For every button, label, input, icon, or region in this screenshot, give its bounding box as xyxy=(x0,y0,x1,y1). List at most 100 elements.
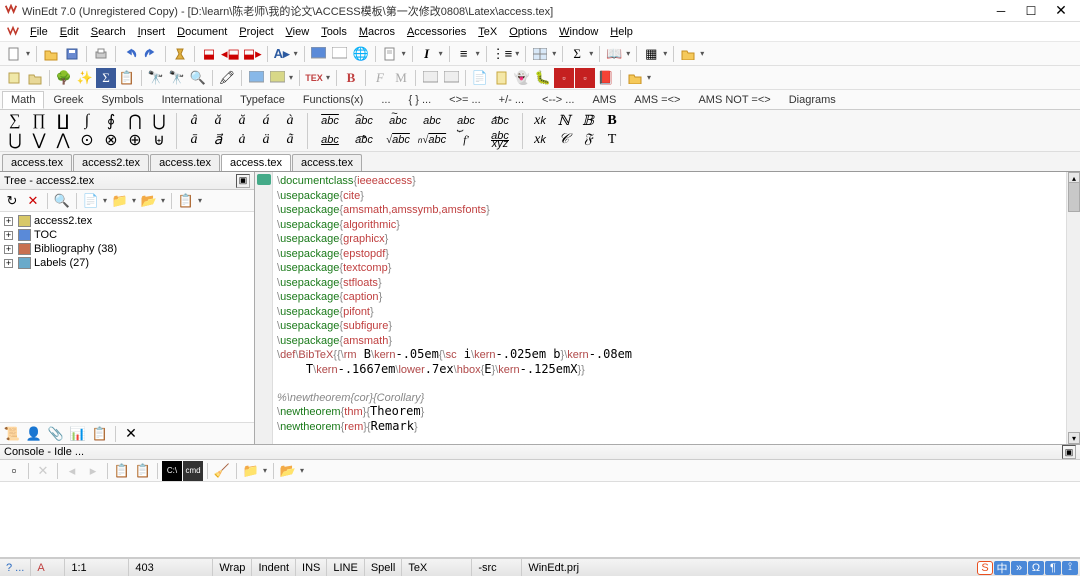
save-button[interactable] xyxy=(62,44,82,64)
bookmark-next-button[interactable]: ⬓▸ xyxy=(242,44,263,64)
breve-button[interactable]: ă xyxy=(231,112,253,130)
acrobat-button[interactable]: 📕 xyxy=(596,68,616,88)
bigwedge-button[interactable]: ⋀ xyxy=(52,131,74,149)
overline-button[interactable]: abc xyxy=(314,112,346,130)
font-button[interactable]: A▸ xyxy=(272,44,292,64)
minimize-button[interactable]: ─ xyxy=(986,1,1016,21)
menu-options[interactable]: Options xyxy=(503,24,553,40)
vec-button[interactable]: a⃗ xyxy=(207,131,229,149)
tree-expand-icon[interactable]: + xyxy=(4,217,13,226)
int-button[interactable]: ∫ xyxy=(76,112,98,130)
highlight-button[interactable]: 🖍 xyxy=(217,68,237,88)
bbb-button[interactable]: 𝔹 xyxy=(577,112,599,130)
tree-folder-button[interactable]: 📁 xyxy=(110,191,130,211)
subtab-7[interactable]: { } ... xyxy=(400,91,441,109)
nat-button[interactable]: ℕ xyxy=(553,112,575,130)
close-button[interactable]: ✕ xyxy=(1046,1,1076,21)
console-clear-button[interactable]: 🧹 xyxy=(212,461,232,481)
tree-collapse-button[interactable]: ▣ xyxy=(236,174,250,188)
tree-item-2[interactable]: +Bibliography (38) xyxy=(2,242,252,256)
console-next-button[interactable]: ▸ xyxy=(83,461,103,481)
menu-edit[interactable]: Edit xyxy=(54,24,85,40)
tree-toggle-button[interactable]: 🌳 xyxy=(54,68,74,88)
overleftarrow-button[interactable]: abc← xyxy=(484,112,516,130)
scroll-thumb[interactable] xyxy=(1068,182,1080,212)
tree-item-3[interactable]: +Labels (27) xyxy=(2,256,252,270)
subtab-10[interactable]: <--> ... xyxy=(533,91,583,109)
status-q[interactable]: ? ... xyxy=(0,559,31,576)
bigoplus-button[interactable]: ⊕ xyxy=(124,131,146,149)
sigma-button[interactable]: Σ xyxy=(567,44,587,64)
maximize-button[interactable]: ☐ xyxy=(1016,1,1046,21)
filetab-3[interactable]: access.tex xyxy=(221,154,291,171)
status-a[interactable]: A xyxy=(31,559,65,576)
tree-expand-icon[interactable]: + xyxy=(4,231,13,240)
pdf2-button[interactable]: ▫ xyxy=(575,68,595,88)
subtab-14[interactable]: Diagrams xyxy=(780,91,845,109)
tex-compile-button[interactable]: TEX xyxy=(304,68,324,88)
undo-button[interactable] xyxy=(120,44,140,64)
status-wrap[interactable]: Wrap xyxy=(213,559,252,576)
bigcup2-button[interactable]: ⋃ xyxy=(148,112,170,130)
align-button[interactable]: ≡ xyxy=(454,44,474,64)
menu-insert[interactable]: Insert xyxy=(132,24,172,40)
menu-document[interactable]: Document xyxy=(171,24,233,40)
frac-button[interactable]: abcxyz xyxy=(484,131,516,149)
menu-search[interactable]: Search xyxy=(85,24,132,40)
list-button[interactable]: ⋮≡ xyxy=(491,44,514,64)
overbrace-button[interactable]: abc⏞ xyxy=(416,112,448,130)
screen-white-button[interactable] xyxy=(330,44,350,64)
prod-button[interactable]: ∏ xyxy=(28,112,50,130)
bold-button[interactable]: B xyxy=(601,112,623,130)
subtab-8[interactable]: <>= ... xyxy=(440,91,490,109)
coprod-button[interactable]: ∐ xyxy=(52,112,74,130)
bigodot-button[interactable]: ⊙ xyxy=(76,131,98,149)
tree-refresh-button[interactable]: ↻ xyxy=(2,191,22,211)
bar-button[interactable]: ā xyxy=(183,131,205,149)
editor-scrollbar[interactable]: ▴ ▾ xyxy=(1066,172,1080,444)
check-button[interactable]: ǎ xyxy=(207,112,229,130)
components-button[interactable]: ▦ xyxy=(641,44,661,64)
app-menu-icon[interactable] xyxy=(6,25,20,39)
calc-button[interactable]: 𝒞 xyxy=(553,131,575,149)
filetab-1[interactable]: access2.tex xyxy=(73,154,149,171)
gather5-button[interactable]: 📋 xyxy=(90,424,110,444)
ps-button[interactable]: 📄 xyxy=(470,68,490,88)
dvi-button[interactable] xyxy=(420,68,440,88)
underbrace-button[interactable]: abc⏟ xyxy=(450,112,482,130)
menu-view[interactable]: View xyxy=(280,24,316,40)
find-next-button[interactable]: 🔭 xyxy=(167,68,187,88)
code-area[interactable]: \documentclass{ieeeaccess} \usepackage{c… xyxy=(273,172,1066,444)
status-line[interactable]: LINE xyxy=(327,559,364,576)
dvi-search-button[interactable] xyxy=(441,68,461,88)
scroll-down-button[interactable]: ▾ xyxy=(1068,432,1080,444)
acute-button[interactable]: á xyxy=(255,112,277,130)
gather-button[interactable]: ✨ xyxy=(75,68,95,88)
filetab-2[interactable]: access.tex xyxy=(150,154,220,171)
menu-project[interactable]: Project xyxy=(233,24,279,40)
tray-icon-3[interactable]: Ω xyxy=(1028,561,1044,575)
console-copy-button[interactable]: 📋 xyxy=(112,461,132,481)
subtab-3[interactable]: International xyxy=(153,91,232,109)
new-dropdown[interactable]: ▾ xyxy=(25,49,32,58)
tree-delete-button[interactable]: ✕ xyxy=(23,191,43,211)
folder-button[interactable] xyxy=(678,44,698,64)
subtab-4[interactable]: Typeface xyxy=(231,91,294,109)
open-project-button[interactable] xyxy=(25,68,45,88)
console-folder-button[interactable]: 📁 xyxy=(241,461,261,481)
frak-button[interactable]: 𝔉 xyxy=(577,131,599,149)
status-tex[interactable]: TeX xyxy=(402,559,472,576)
biguplus-button[interactable]: ⊎ xyxy=(148,131,170,149)
preview-button[interactable] xyxy=(246,68,266,88)
new-project-button[interactable] xyxy=(4,68,24,88)
sqrtn-button[interactable]: n√abc xyxy=(416,131,448,149)
subtab-0[interactable]: Math xyxy=(2,91,44,109)
hat-button[interactable]: â xyxy=(183,112,205,130)
open-button[interactable] xyxy=(41,44,61,64)
status-indent[interactable]: Indent xyxy=(252,559,296,576)
editor-gutter[interactable] xyxy=(255,172,273,444)
console-folder2-button[interactable]: 📂 xyxy=(278,461,298,481)
subtab-13[interactable]: AMS NOT =<> xyxy=(689,91,779,109)
status-ins[interactable]: INS xyxy=(296,559,327,576)
overrightarrow-button[interactable]: abc→ xyxy=(348,131,380,149)
